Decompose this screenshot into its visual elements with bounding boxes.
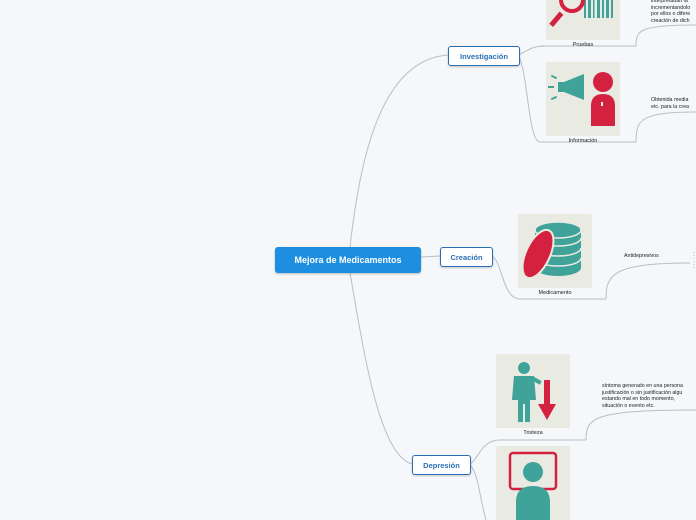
- caption-medicamento: Medicamento: [538, 290, 572, 296]
- magnifier-barcode-icon[interactable]: [546, 0, 620, 40]
- branch-depresion[interactable]: Depresión: [412, 455, 471, 475]
- note-tristeza: síntoma generado en una persona justific…: [602, 383, 683, 409]
- person-down-arrow-icon[interactable]: [496, 354, 570, 428]
- megaphone-person-icon[interactable]: [546, 62, 620, 136]
- branch-creacion[interactable]: Creación: [440, 247, 493, 267]
- note-pruebas: interpretadan la incrementandolo por ell…: [651, 0, 691, 24]
- note-informacion: Obtenida media etc. para la crea: [651, 97, 689, 110]
- caption-pruebas: Pruebas: [572, 42, 594, 48]
- root-topic[interactable]: Mejora de Medicamentos: [275, 247, 421, 273]
- caption-tristeza: Tristeza: [523, 430, 543, 436]
- caption-informacion: Información: [568, 138, 598, 144]
- note-antidepresivos[interactable]: Antidepresivos: [624, 253, 659, 260]
- person-screen-icon[interactable]: [496, 446, 570, 520]
- branch-investigacion[interactable]: Investigación: [448, 46, 520, 66]
- pill-stack-icon[interactable]: [518, 214, 592, 288]
